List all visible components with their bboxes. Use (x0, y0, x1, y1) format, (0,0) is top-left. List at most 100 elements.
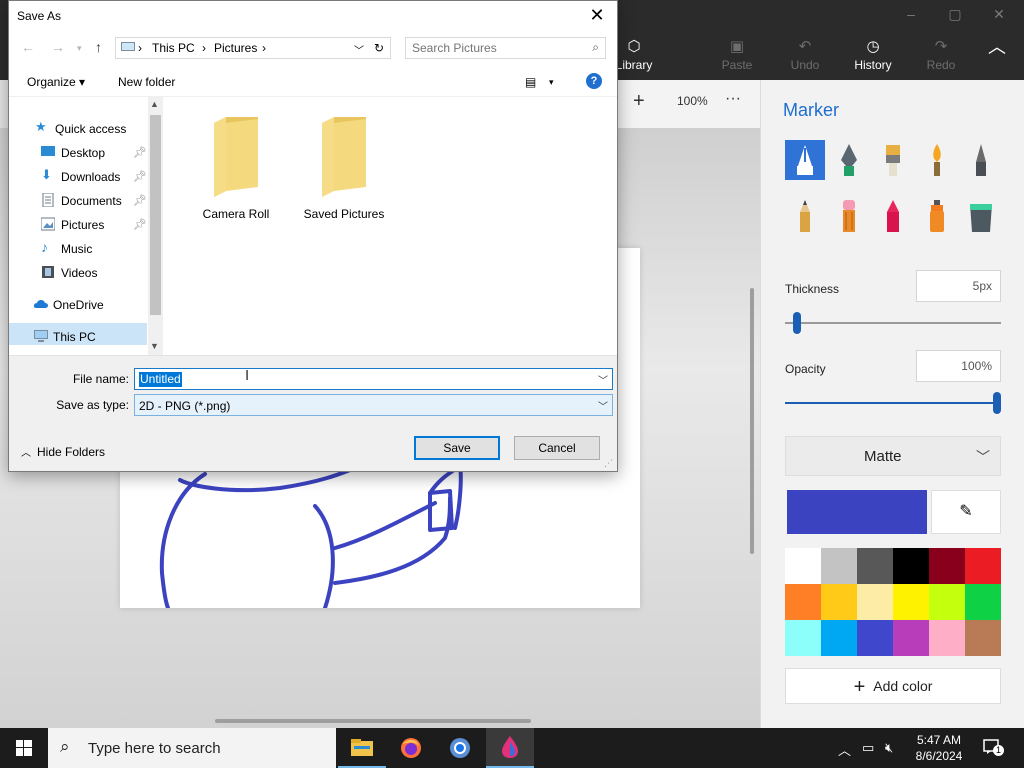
eyedropper-icon[interactable]: ✎ (931, 490, 1001, 534)
add-color-button[interactable]: + Add color (785, 668, 1001, 704)
palette-swatch[interactable] (821, 548, 857, 584)
oil-brush-icon[interactable] (873, 140, 913, 180)
redo-button[interactable]: ↷ Redo (911, 36, 971, 80)
taskbar-search-box[interactable]: ⌕ Type here to search (48, 728, 336, 768)
organize-button[interactable]: Organize ▾ (27, 75, 85, 89)
more-options-icon[interactable]: ··· (725, 90, 741, 108)
palette-swatch[interactable] (929, 548, 965, 584)
folder-saved-pictures[interactable]: Saved Pictures (289, 115, 399, 225)
minimize-icon[interactable]: – (896, 6, 926, 26)
save-button[interactable]: Save (414, 436, 500, 460)
nav-desktop[interactable]: Desktop 📌︎ (41, 143, 147, 165)
pixel-pen-icon[interactable] (961, 140, 1001, 180)
forward-arrow-icon[interactable]: → (51, 39, 65, 55)
spray-can-icon[interactable] (917, 196, 957, 236)
breadcrumb-this-pc[interactable]: This PC (152, 41, 195, 55)
nav-pane-scrollbar[interactable]: ▲ ▼ (148, 97, 163, 355)
window-close-icon[interactable]: ✕ (984, 6, 1014, 26)
opacity-slider-thumb[interactable] (993, 392, 1001, 414)
volume-muted-icon[interactable]: 🔇︎ (885, 740, 893, 756)
current-color-swatch[interactable] (787, 490, 927, 534)
view-options-icon[interactable]: ▤ (525, 75, 536, 89)
paint3d-taskbar-button[interactable] (486, 728, 534, 768)
hide-folders-button[interactable]: ︿ Hide Folders (21, 444, 105, 459)
search-box[interactable]: ⌕ (405, 37, 606, 59)
palette-swatch[interactable] (785, 620, 821, 656)
back-arrow-icon[interactable]: ← (21, 39, 35, 55)
palette-swatch[interactable] (965, 584, 1001, 620)
cancel-button[interactable]: Cancel (514, 436, 600, 460)
notifications-icon[interactable]: 1 (982, 738, 1004, 756)
nav-scroll-thumb[interactable] (150, 115, 161, 315)
palette-swatch[interactable] (965, 620, 1001, 656)
calligraphy-pen-icon[interactable] (829, 140, 869, 180)
collapse-toolbar-button[interactable]: ︿ (970, 36, 1024, 80)
thickness-slider-thumb[interactable] (793, 312, 801, 334)
file-name-input[interactable] (137, 371, 577, 387)
palette-swatch[interactable] (785, 584, 821, 620)
opacity-slider[interactable] (785, 402, 1001, 404)
address-bar[interactable]: › This PC › Pictures › ﹀ ↻ (115, 37, 391, 59)
marker-brush-icon[interactable] (785, 140, 825, 180)
zoom-in-icon[interactable]: + (633, 90, 645, 113)
nav-downloads[interactable]: ⬇ Downloads 📌︎ (41, 167, 147, 189)
eraser-icon[interactable] (829, 196, 869, 236)
opacity-input[interactable]: 100% (916, 350, 1001, 382)
save-as-type-dropdown[interactable]: 2D - PNG (*.png) ﹀ (134, 394, 613, 416)
watercolor-brush-icon[interactable] (917, 140, 957, 180)
clock[interactable]: 5:47 AM 8/6/2024 (900, 732, 978, 764)
maximize-icon[interactable]: ▢ (940, 6, 970, 26)
chevron-down-icon[interactable]: ﹀ (598, 372, 608, 387)
palette-swatch[interactable] (929, 620, 965, 656)
breadcrumb-pictures[interactable]: Pictures (214, 41, 257, 55)
palette-swatch[interactable] (965, 548, 1001, 584)
chevron-down-icon[interactable]: ﹀ (354, 42, 364, 57)
scroll-down-icon[interactable]: ▼ (150, 341, 159, 351)
firefox-taskbar-button[interactable] (387, 728, 435, 768)
palette-swatch[interactable] (857, 620, 893, 656)
start-button[interactable] (0, 728, 48, 768)
search-input[interactable] (412, 40, 582, 56)
scroll-up-icon[interactable]: ▲ (150, 99, 159, 109)
up-arrow-icon[interactable]: ↑ (95, 39, 102, 55)
palette-swatch[interactable] (857, 548, 893, 584)
dialog-footer: File name: Untitled ﹀ Save as type: 2D -… (9, 355, 617, 471)
pencil-icon[interactable] (785, 196, 825, 236)
palette-swatch[interactable] (821, 620, 857, 656)
crayon-icon[interactable] (873, 196, 913, 236)
finish-dropdown[interactable]: Matte ﹀ (785, 436, 1001, 476)
undo-button[interactable]: ↶ Undo (775, 36, 835, 80)
refresh-icon[interactable]: ↻ (374, 41, 384, 55)
vertical-scrollbar[interactable] (750, 288, 754, 554)
palette-swatch[interactable] (785, 548, 821, 584)
palette-swatch[interactable] (821, 584, 857, 620)
network-icon[interactable]: ▭ (862, 740, 874, 756)
palette-swatch[interactable] (893, 548, 929, 584)
desktop-icon (41, 145, 55, 159)
file-name-field[interactable]: Untitled ﹀ (134, 368, 613, 390)
nav-pictures[interactable]: Pictures 📌︎ (40, 215, 147, 237)
paste-button[interactable]: ▣ Paste (707, 36, 767, 80)
thickness-slider[interactable] (785, 322, 1001, 324)
palette-swatch[interactable] (893, 584, 929, 620)
thickness-input[interactable]: 5px (916, 270, 1001, 302)
view-dropdown-icon[interactable]: ▾ (549, 77, 554, 88)
zoom-level[interactable]: 100% (677, 94, 708, 108)
chrome-taskbar-button[interactable] (436, 728, 484, 768)
palette-swatch[interactable] (929, 584, 965, 620)
fill-bucket-icon[interactable] (961, 196, 1001, 236)
close-icon[interactable]: ✕ (585, 3, 609, 27)
file-explorer-taskbar-button[interactable] (338, 728, 386, 768)
new-folder-button[interactable]: New folder (118, 75, 175, 89)
help-icon[interactable]: ? (586, 73, 602, 89)
folder-camera-roll[interactable]: Camera Roll (181, 115, 291, 225)
show-hidden-icons-icon[interactable]: ︿ (838, 740, 851, 759)
horizontal-scrollbar[interactable] (215, 719, 531, 723)
nav-documents[interactable]: Documents 📌︎ (41, 191, 147, 213)
pin-icon: 📌︎ (133, 195, 147, 207)
palette-swatch[interactable] (893, 620, 929, 656)
recent-locations-icon[interactable]: ▾ (77, 43, 82, 54)
resize-grip-icon[interactable]: ⋰ (604, 458, 613, 469)
palette-swatch[interactable] (857, 584, 893, 620)
history-button[interactable]: ◷ History (843, 36, 903, 80)
